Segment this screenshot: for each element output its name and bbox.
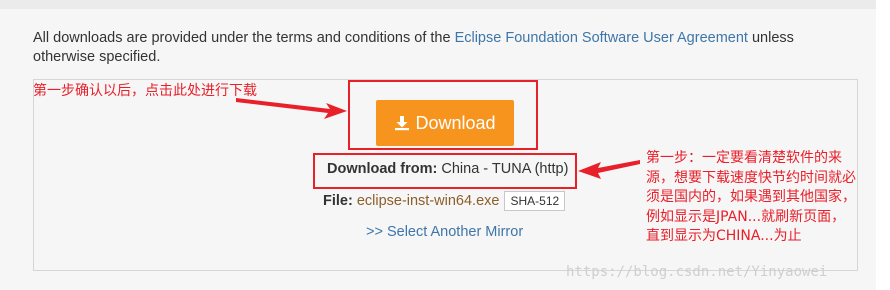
right-annotation-line: 例如显示是JPAN...就刷新页面， [646,208,846,225]
download-from-label: Download from: [327,161,438,177]
file-info: File: eclipse-inst-win64.exe SHA-512 [323,191,566,211]
terms-prefix: All downloads are provided under the ter… [33,30,455,46]
top-divider [0,0,876,9]
download-button-label: Download [415,112,496,133]
right-annotation-line: 直到显示为CHINA...为止 [646,228,802,244]
download-button[interactable]: Download [376,100,514,146]
terms-notice: All downloads are provided under the ter… [33,29,833,67]
select-mirror-link[interactable]: >> Select Another Mirror [366,224,523,240]
right-annotation: 第一步：一定要看清楚软件的来 源，想要下载速度快节约时间就必 须是国内的，如果遇… [646,149,886,247]
right-annotation-line: 源，想要下载速度快节约时间就必 [646,169,856,186]
file-name-link[interactable]: eclipse-inst-win64.exe [357,193,500,209]
right-annotation-line: 须是国内的，如果遇到其他国家， [646,189,856,205]
download-icon [394,115,410,131]
download-from-value: China - TUNA (http) [441,161,569,177]
download-source: Download from: China - TUNA (http) [327,161,568,177]
file-label: File: [323,193,353,209]
sha512-button[interactable]: SHA-512 [504,191,566,211]
page-edge [876,0,890,290]
watermark: https://blog.csdn.net/Yinyaowei [566,264,828,280]
left-annotation: 第一步确认以后，点击此处进行下载 [33,83,257,99]
right-annotation-line: 第一步：一定要看清楚软件的来 [646,150,842,166]
user-agreement-link[interactable]: Eclipse Foundation Software User Agreeme… [455,30,748,46]
